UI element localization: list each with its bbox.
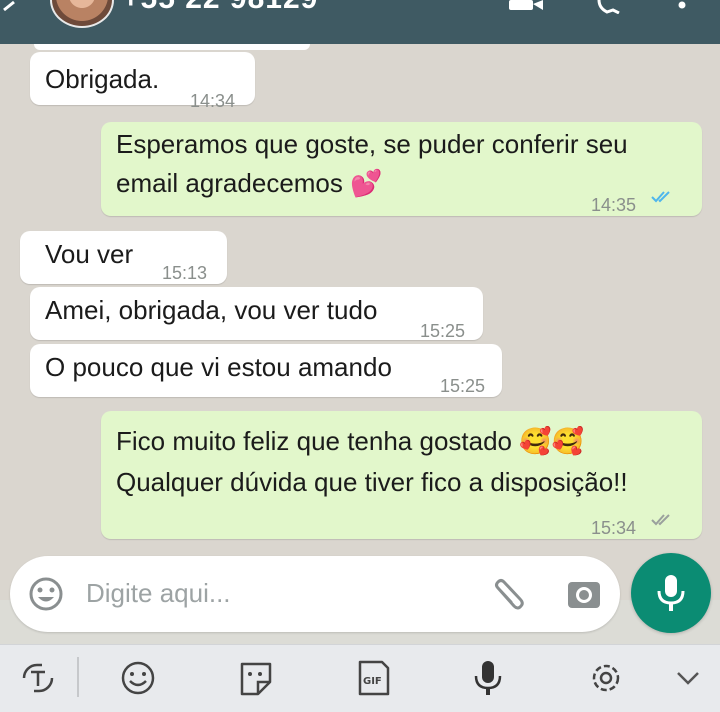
sticker-icon[interactable]	[236, 660, 276, 696]
emoji-icon[interactable]	[28, 576, 64, 612]
message-composer[interactable]: Digite aqui...	[10, 556, 620, 632]
message-time: 14:34	[190, 91, 236, 111]
message-outgoing[interactable]: Esperamos que goste, se puder conferir s…	[101, 122, 702, 216]
phone-call-icon[interactable]	[595, 0, 625, 15]
message-incoming[interactable]: Vou ver 15:13	[20, 231, 227, 284]
conversation-area[interactable]: Obrigada. 14:34 Esperamos que goste, se …	[0, 44, 720, 600]
message-time: 14:35	[591, 195, 637, 215]
chat-header: +55 22 98129	[0, 0, 720, 44]
back-arrow-icon[interactable]	[0, 0, 24, 28]
message-time: 15:34	[591, 518, 637, 538]
message-text: O pouco que vi estou amando	[45, 352, 392, 382]
message-text: email agradecemos 💕	[116, 168, 383, 198]
previous-message-edge	[34, 44, 310, 50]
mic-icon	[657, 575, 685, 611]
collapse-icon[interactable]	[668, 660, 708, 696]
voice-input-icon[interactable]	[468, 660, 508, 696]
message-text: Fico muito feliz que tenha gostado 🥰🥰	[116, 426, 584, 456]
more-options-icon[interactable]	[672, 0, 692, 14]
message-text: Amei, obrigada, vou ver tudo	[45, 295, 378, 325]
avatar[interactable]	[50, 0, 114, 28]
svg-text:GIF: GIF	[363, 676, 382, 687]
delivered-ticks-icon	[651, 514, 670, 526]
video-call-icon[interactable]	[505, 0, 545, 14]
voice-record-button[interactable]	[631, 553, 711, 633]
camera-icon[interactable]	[566, 578, 602, 610]
message-incoming[interactable]: O pouco que vi estou amando 15:25	[30, 344, 502, 397]
message-input[interactable]: Digite aqui...	[86, 578, 231, 609]
contact-name[interactable]: +55 22 98129	[122, 0, 318, 16]
message-incoming[interactable]: Obrigada. 14:34	[30, 52, 255, 111]
toolbar-divider	[77, 657, 79, 697]
message-text: Esperamos que goste, se puder conferir s…	[116, 129, 628, 159]
attach-icon[interactable]	[488, 576, 526, 614]
translate-icon[interactable]	[18, 660, 58, 696]
emoji-icon[interactable]	[118, 660, 158, 696]
message-outgoing[interactable]: Fico muito feliz que tenha gostado 🥰🥰 Qu…	[101, 411, 702, 539]
message-text: Vou ver	[45, 239, 134, 269]
gif-icon[interactable]: GIF	[354, 660, 394, 696]
message-text: Obrigada.	[45, 64, 160, 94]
message-time: 15:25	[440, 376, 486, 396]
settings-icon[interactable]	[586, 660, 626, 696]
message-text: Qualquer dúvida que tiver fico a disposi…	[116, 467, 628, 497]
message-incoming[interactable]: Amei, obrigada, vou ver tudo 15:25	[30, 287, 483, 341]
read-ticks-icon	[651, 191, 670, 203]
